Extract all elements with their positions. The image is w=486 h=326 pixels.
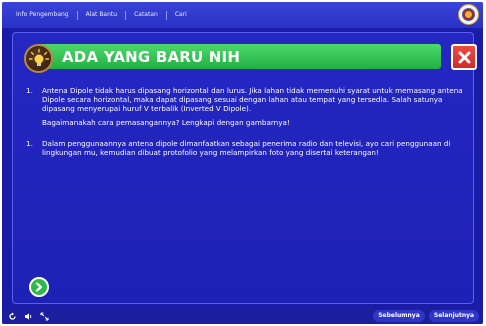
- next-button[interactable]: Selanjutnya: [429, 310, 479, 322]
- page-title: ADA YANG BARU NIH: [62, 48, 241, 66]
- item-text: Dalam penggunaannya antena dipole dimanf…: [42, 139, 451, 157]
- reload-icon[interactable]: [6, 310, 18, 322]
- nav-catatan[interactable]: Catatan: [126, 2, 166, 28]
- top-nav: Info Pengembang Alat Bantu Catatan Cari: [2, 2, 483, 28]
- nav-cari[interactable]: Cari: [167, 2, 195, 28]
- list-item: 1. Antena Dipole tidak harus dipasang ho…: [26, 86, 466, 127]
- nav-alat-bantu[interactable]: Alat Bantu: [78, 2, 125, 28]
- item-number: 1.: [26, 139, 33, 148]
- bottom-bar: Sebelumnya Selanjutnya: [2, 308, 483, 324]
- content-panel: [12, 32, 474, 304]
- content-body: 1. Antena Dipole tidak harus dipasang ho…: [26, 86, 466, 157]
- list-item: 1. Dalam penggunaannya antena dipole dim…: [26, 139, 466, 157]
- item-text: Antena Dipole tidak harus dipasang horiz…: [42, 86, 463, 113]
- next-arrow-button[interactable]: [29, 277, 49, 297]
- emblem-logo: [458, 4, 479, 25]
- chevron-right-icon: [35, 282, 43, 292]
- fullscreen-icon[interactable]: [38, 310, 50, 322]
- sound-icon[interactable]: [22, 310, 34, 322]
- item-number: 1.: [26, 86, 33, 95]
- close-icon: [458, 51, 470, 63]
- lightbulb-icon: [24, 44, 53, 73]
- previous-button[interactable]: Sebelumnya: [373, 310, 425, 322]
- item-question: Bagaimanakah cara pemasangannya? Lengkap…: [42, 118, 290, 127]
- app-window: Info Pengembang Alat Bantu Catatan Cari …: [2, 2, 483, 324]
- close-button[interactable]: [451, 44, 477, 70]
- nav-info-pengembang[interactable]: Info Pengembang: [8, 2, 77, 28]
